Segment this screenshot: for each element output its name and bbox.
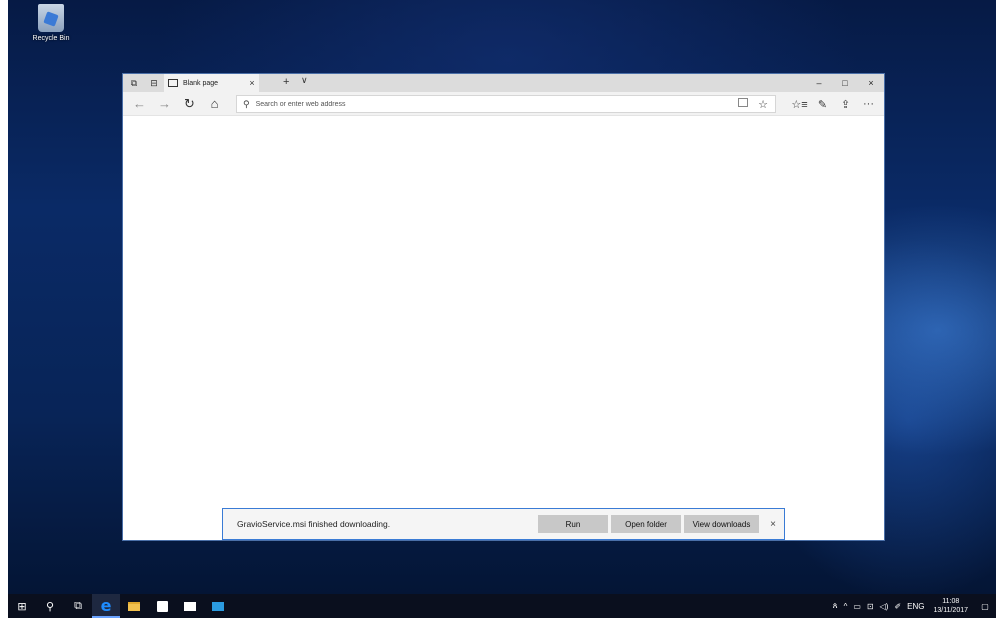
open-folder-button[interactable]: Open folder [611,515,681,533]
favorite-star-icon[interactable]: ☆ [753,98,773,111]
action-center-icon[interactable]: ▢ [974,602,996,611]
network-icon[interactable]: ⊡ [864,602,877,611]
edge-icon: e [100,595,112,615]
volume-icon[interactable]: ◁) [877,602,892,611]
store-taskbar-icon[interactable] [148,594,176,618]
task-view-icon[interactable]: ⧉ [64,594,92,618]
run-button[interactable]: Run [538,515,608,533]
home-icon[interactable]: ⌂ [202,92,227,116]
maximize-button[interactable]: □ [832,74,858,92]
navigation-toolbar: ← → ↻ ⌂ ⚲ ☆ ☆≡ ✎ ⇪ ··· [123,92,884,116]
people-icon[interactable]: ጰ [830,601,841,611]
refresh-icon[interactable]: ↻ [177,92,202,116]
mail-icon [184,601,196,611]
window-controls: – □ × [806,74,884,92]
hub-favorites-icon[interactable]: ☆≡ [788,98,811,111]
tab-blank-page[interactable]: Blank page × [164,74,259,92]
language-indicator[interactable]: ENG [904,602,927,611]
reading-view-icon[interactable] [733,98,753,110]
recycle-bin[interactable]: Recycle Bin [26,4,76,42]
view-downloads-button[interactable]: View downloads [684,515,759,533]
tab-preview-chevron-icon[interactable]: ∨ [301,75,308,86]
clock[interactable]: 11:08 13/11/2017 [927,597,974,615]
app-icon [212,601,224,611]
new-tab-button[interactable]: + [283,76,289,88]
chevron-up-icon[interactable]: ^ [841,602,851,611]
recycle-bin-label: Recycle Bin [32,35,70,42]
folder-icon [128,601,140,611]
web-note-pen-icon[interactable]: ✎ [811,98,834,111]
more-options-icon[interactable]: ··· [857,98,880,110]
minimize-button[interactable]: – [806,74,832,92]
search-icon: ⚲ [243,98,250,109]
app-taskbar-icon[interactable] [204,594,232,618]
address-actions: ☆ [733,96,773,112]
start-icon[interactable]: ⊞ [8,594,36,618]
forward-icon[interactable]: → [152,92,177,116]
address-bar[interactable]: ⚲ ☆ [236,95,776,113]
file-explorer-taskbar-icon[interactable] [120,594,148,618]
pen-workspace-icon[interactable]: ✐ [891,602,904,611]
taskbar: ⊞ ⚲ ⧉ e ጰ ^ ▭ ⊡ ◁) ✐ ENG 11:08 13/11/201… [8,594,996,618]
share-icon[interactable]: ⇪ [834,98,857,111]
show-tabs-aside-icon[interactable]: ⊟ [147,76,161,90]
battery-icon[interactable]: ▭ [850,602,864,611]
mail-taskbar-icon[interactable] [176,594,204,618]
search-icon[interactable]: ⚲ [36,594,64,618]
edge-taskbar-icon[interactable]: e [92,594,120,618]
close-button[interactable]: × [858,74,884,92]
download-bar-close-icon[interactable]: × [762,519,784,530]
tab-title: Blank page [183,79,219,87]
system-tray: ጰ ^ ▭ ⊡ ◁) ✐ ENG 11:08 13/11/2017 ▢ [830,594,996,618]
set-aside-tabs-icon[interactable]: ⧉ [127,76,141,90]
tab-close-icon[interactable]: × [245,78,259,88]
recycle-bin-icon[interactable] [38,4,64,32]
back-icon[interactable]: ← [127,92,152,116]
download-message: GravioService.msi finished downloading. [237,519,391,529]
edge-browser-window: ⧉ ⊟ Blank page × + ∨ – □ × ← → ↻ ⌂ ⚲ ☆ ☆… [122,73,885,541]
address-input[interactable] [255,100,775,108]
browser-tools: ☆≡ ✎ ⇪ ··· [788,92,880,116]
page-icon [168,79,178,87]
clock-time: 11:08 [942,598,960,605]
store-icon [156,600,168,612]
download-notification-bar: GravioService.msi finished downloading. … [222,508,785,540]
clock-date: 13/11/2017 [933,607,968,614]
title-bar: ⧉ ⊟ Blank page × + ∨ – □ × [123,74,884,92]
page-content [123,117,884,540]
